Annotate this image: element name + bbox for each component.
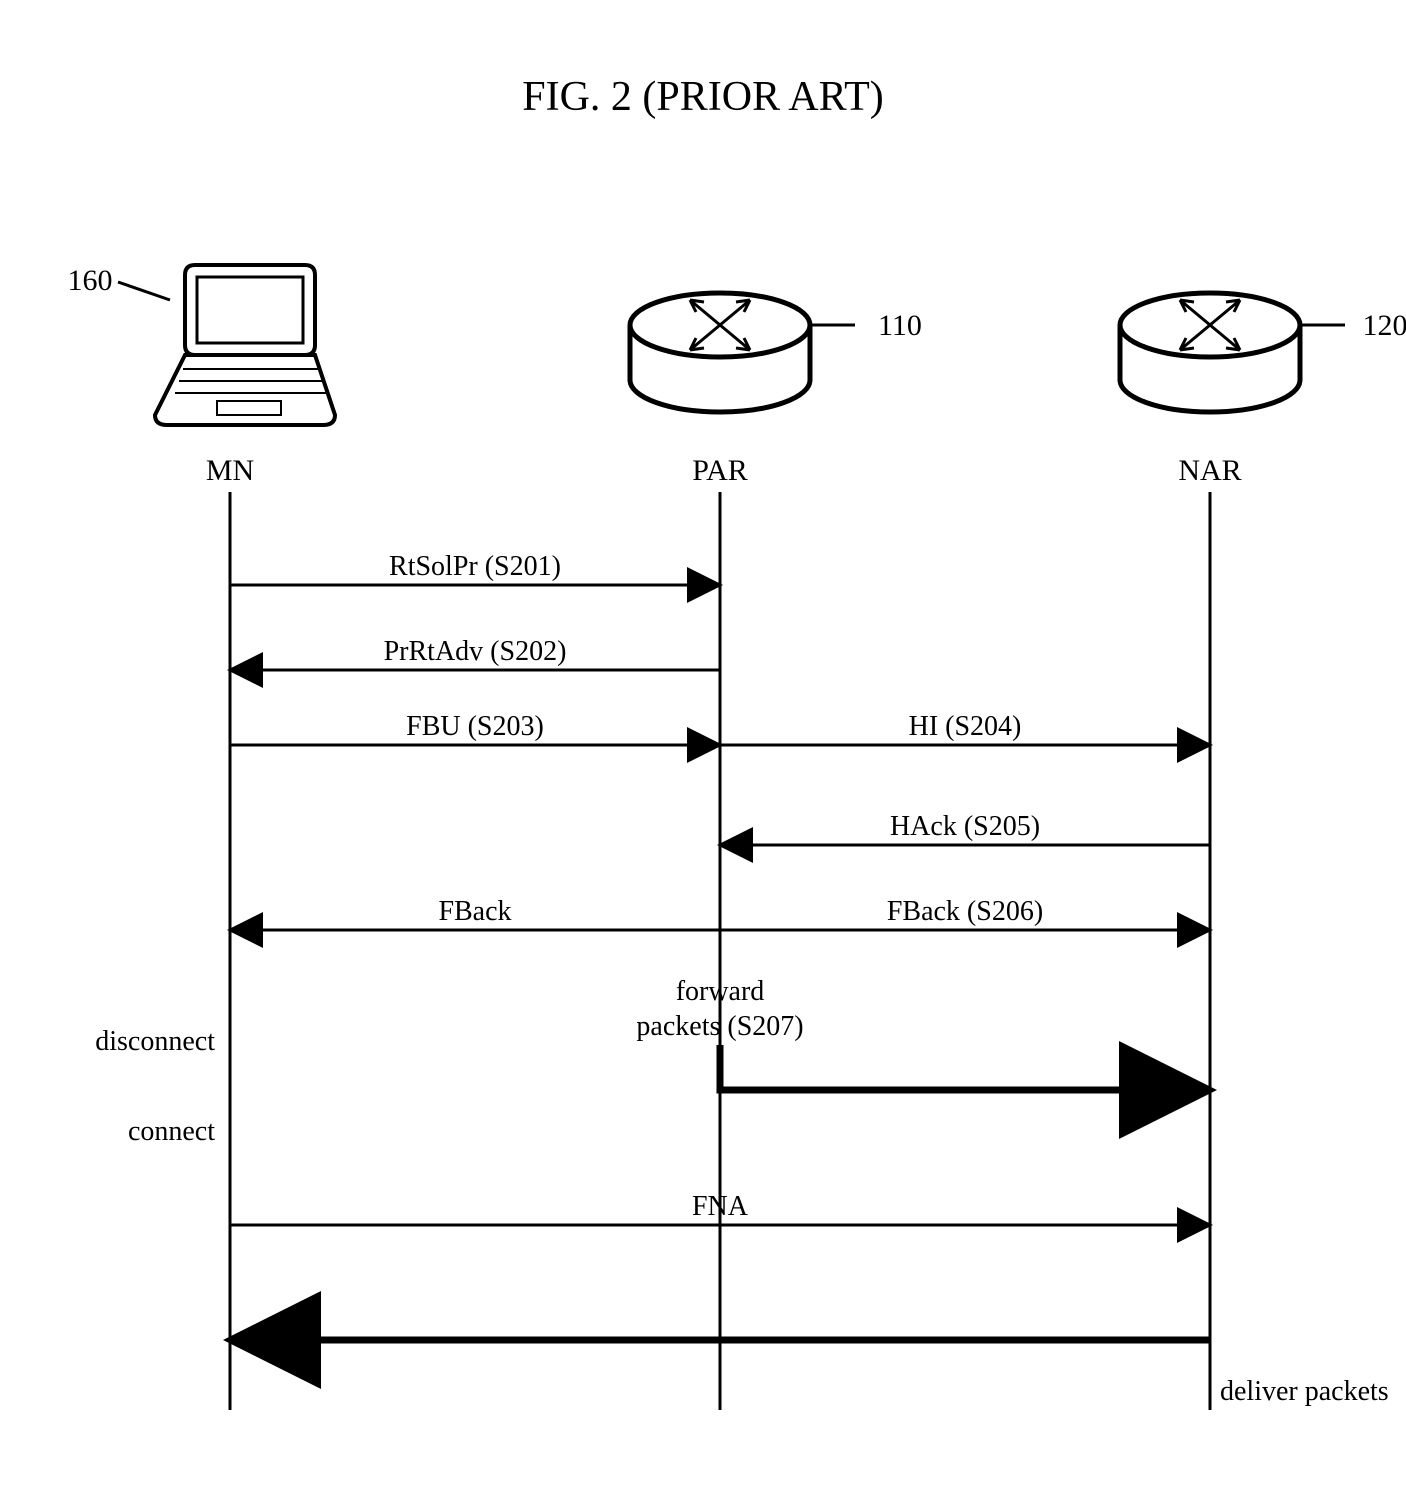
ref-mn: 160: [68, 264, 113, 297]
msg-fna: FNA: [692, 1191, 749, 1222]
figure-title: FIG. 2 (PRIOR ART): [522, 74, 884, 120]
label-mn: MN: [206, 454, 254, 487]
ref-nar: 120: [1363, 309, 1406, 342]
laptop-icon: [155, 265, 335, 425]
msg-prrtadv: PrRtAdv (S202): [384, 636, 567, 667]
event-connect: connect: [128, 1116, 215, 1147]
msg-fback-left: FBack: [438, 896, 511, 927]
arrow-forward-packets: [720, 1045, 1210, 1090]
msg-rtsolpr: RtSolPr (S201): [389, 551, 561, 582]
msg-fbu: FBU (S203): [406, 711, 544, 742]
msg-fback-right: FBack (S206): [887, 896, 1043, 927]
label-par: PAR: [692, 454, 748, 487]
ref-par: 110: [878, 309, 922, 342]
label-nar: NAR: [1178, 454, 1241, 487]
msg-hi: HI (S204): [909, 711, 1022, 742]
router-icon-par: [630, 293, 810, 412]
router-icon-nar: [1120, 293, 1300, 412]
msg-forward-b: packets (S207): [636, 1011, 803, 1042]
msg-forward-a: forward: [676, 976, 765, 1007]
msg-deliver-packets: deliver packets: [1220, 1376, 1389, 1407]
msg-hack: HAck (S205): [890, 811, 1040, 842]
event-disconnect: disconnect: [95, 1026, 215, 1057]
sequence-diagram: FIG. 2 (PRIOR ART) 160 MN 110 PAR: [0, 0, 1406, 1498]
